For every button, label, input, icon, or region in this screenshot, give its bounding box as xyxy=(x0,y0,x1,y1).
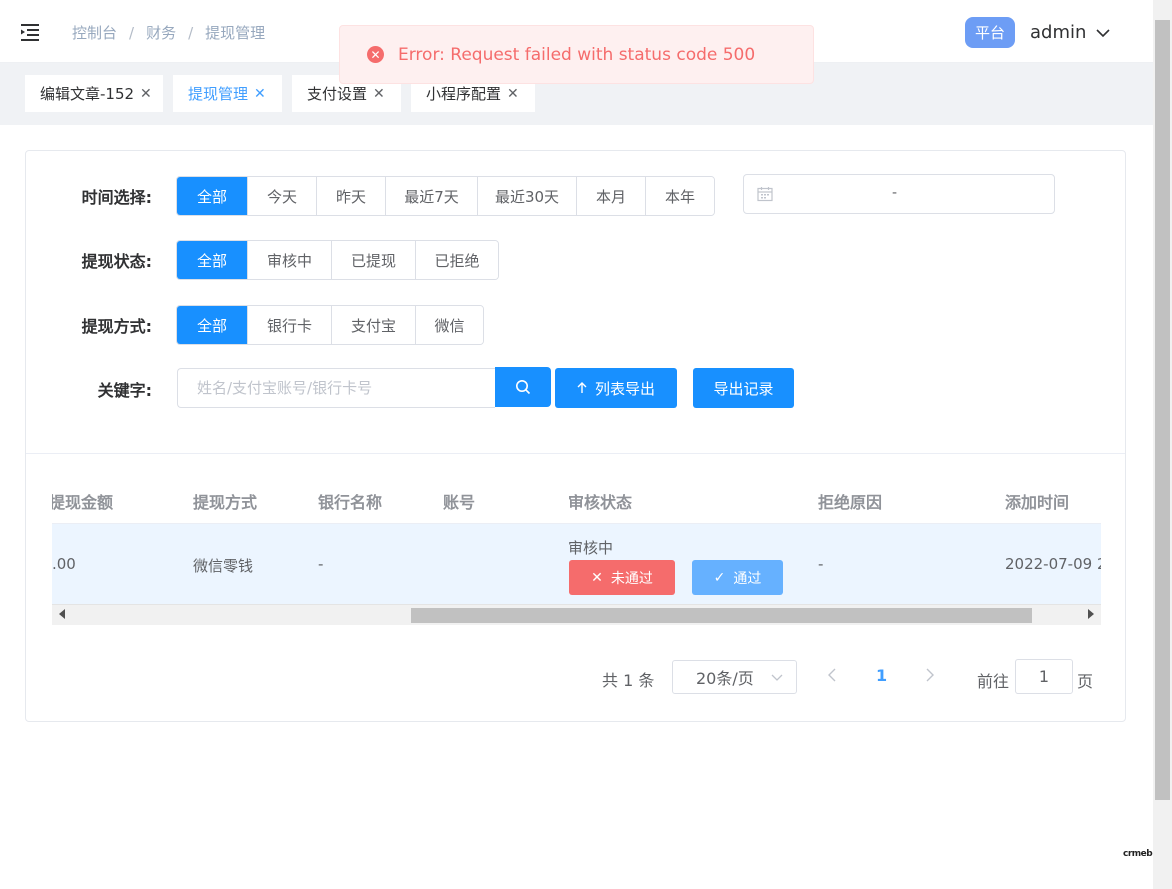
search-icon xyxy=(516,380,531,395)
column-header-amount: 提现金额 xyxy=(52,493,114,512)
status-option-all[interactable]: 全部 xyxy=(177,241,247,279)
status-filter-label: 提现状态: xyxy=(81,252,152,271)
method-option-bank-card[interactable]: 银行卡 xyxy=(247,306,331,344)
approve-button[interactable]: ✓ 通过 xyxy=(692,560,783,595)
reject-button[interactable]: ✕ 未通过 xyxy=(569,560,675,595)
method-option-alipay[interactable]: 支付宝 xyxy=(331,306,415,344)
breadcrumb-item-console[interactable]: 控制台 xyxy=(72,22,117,43)
column-header-bank: 银行名称 xyxy=(318,493,383,512)
brand-watermark: crmeb xyxy=(1123,849,1153,859)
breadcrumb-separator: / xyxy=(188,23,194,42)
time-option-7days[interactable]: 最近7天 xyxy=(385,177,477,215)
status-filter-group: 全部 审核中 已提现 已拒绝 xyxy=(176,240,499,280)
withdrawal-table: 提现金额 提现方式 银行名称 账号 审核状态 拒绝原因 添加时间 .00 微信零… xyxy=(52,473,1101,626)
list-export-label: 列表导出 xyxy=(594,379,655,398)
goto-suffix: 页 xyxy=(1077,672,1094,691)
keyword-search-input[interactable] xyxy=(177,368,495,408)
tab-label: 支付设置 xyxy=(307,85,368,103)
approve-label: 通过 xyxy=(733,570,762,587)
tab-label: 小程序配置 xyxy=(426,85,502,103)
time-option-today[interactable]: 今天 xyxy=(247,177,316,215)
time-option-year[interactable]: 本年 xyxy=(645,177,714,215)
time-option-month[interactable]: 本月 xyxy=(576,177,645,215)
cell-reason: - xyxy=(818,555,824,573)
time-filter-group: 全部 今天 昨天 最近7天 最近30天 本月 本年 xyxy=(176,176,715,216)
method-option-wechat[interactable]: 微信 xyxy=(415,306,483,344)
card-divider xyxy=(26,453,1125,454)
list-export-button[interactable]: 列表导出 xyxy=(555,368,677,408)
column-header-status: 审核状态 xyxy=(568,493,633,512)
pagination-total: 共 1 条 xyxy=(602,671,655,690)
platform-badge[interactable]: 平台 xyxy=(965,17,1015,48)
chevron-down-icon xyxy=(771,674,783,681)
goto-page-input[interactable] xyxy=(1015,659,1073,694)
method-option-all[interactable]: 全部 xyxy=(177,306,247,344)
app: 控制台 / 财务 / 提现管理 平台 admin 编辑文章-152 ✕ 提现管理… xyxy=(0,0,1172,889)
page-size-value: 20条/页 xyxy=(696,669,754,688)
breadcrumb-separator: / xyxy=(129,23,135,42)
calendar-icon xyxy=(757,187,773,202)
cell-bank: - xyxy=(318,555,324,573)
arrow-up-icon xyxy=(577,382,587,393)
export-records-button[interactable]: 导出记录 xyxy=(693,368,794,408)
scrollbar-thumb[interactable] xyxy=(411,608,1032,623)
status-option-withdrawn[interactable]: 已提现 xyxy=(331,241,415,279)
keyword-label: 关键字: xyxy=(97,381,152,400)
time-option-30days[interactable]: 最近30天 xyxy=(477,177,576,215)
cell-time: 2022-07-09 2 xyxy=(1005,555,1101,573)
column-header-account: 账号 xyxy=(443,493,476,512)
time-option-all[interactable]: 全部 xyxy=(177,177,247,215)
error-toast: ✕ Error: Request failed with status code… xyxy=(339,25,814,84)
column-header-method: 提现方式 xyxy=(193,493,258,512)
time-filter-label: 时间选择: xyxy=(81,188,152,207)
column-header-reason: 拒绝原因 xyxy=(818,493,883,512)
reject-label: 未通过 xyxy=(610,570,653,587)
error-icon: ✕ xyxy=(367,46,384,63)
date-range-picker[interactable]: - xyxy=(743,174,1055,214)
user-menu[interactable]: admin xyxy=(1030,22,1110,43)
breadcrumb: 控制台 / 财务 / 提现管理 xyxy=(72,22,265,43)
cell-method: 微信零钱 xyxy=(193,557,254,575)
tab-withdrawal[interactable]: 提现管理 ✕ xyxy=(173,75,282,112)
close-icon[interactable]: ✕ xyxy=(254,86,266,102)
date-range-separator: - xyxy=(892,185,898,201)
method-filter-label: 提现方式: xyxy=(81,317,152,336)
search-button[interactable] xyxy=(495,367,551,407)
close-icon: ✕ xyxy=(591,569,603,586)
time-option-yesterday[interactable]: 昨天 xyxy=(316,177,385,215)
status-option-reviewing[interactable]: 审核中 xyxy=(247,241,331,279)
table-row: .00 微信零钱 - 审核中 ✕ 未通过 ✓ 通过 - 2022-07-09 2 xyxy=(52,524,1101,604)
tab-edit-article[interactable]: 编辑文章-152 ✕ xyxy=(25,75,163,112)
next-page-icon[interactable] xyxy=(925,667,935,683)
close-icon[interactable]: ✕ xyxy=(140,86,152,102)
page-number-current[interactable]: 1 xyxy=(876,666,887,685)
breadcrumb-item-finance[interactable]: 财务 xyxy=(146,22,176,43)
page-vertical-scrollbar[interactable] xyxy=(1153,0,1172,889)
breadcrumb-item-withdrawal: 提现管理 xyxy=(205,24,266,42)
chevron-down-icon xyxy=(1096,28,1110,37)
prev-page-icon[interactable] xyxy=(827,667,837,683)
status-option-rejected[interactable]: 已拒绝 xyxy=(415,241,498,279)
table-horizontal-scrollbar[interactable] xyxy=(52,604,1101,625)
close-icon[interactable]: ✕ xyxy=(507,86,519,102)
close-icon[interactable]: ✕ xyxy=(373,86,385,102)
goto-label: 前往 xyxy=(977,672,1010,691)
column-header-time: 添加时间 xyxy=(1005,493,1070,512)
toast-message: Error: Request failed with status code 5… xyxy=(398,44,756,65)
scrollbar-thumb[interactable] xyxy=(1155,20,1170,800)
scroll-left-arrow-icon[interactable] xyxy=(59,609,65,619)
check-icon: ✓ xyxy=(713,569,726,586)
cell-amount: .00 xyxy=(52,555,76,573)
menu-toggle-icon[interactable] xyxy=(18,20,44,44)
cell-status: 审核中 xyxy=(568,539,614,557)
scroll-right-arrow-icon[interactable] xyxy=(1088,609,1094,619)
username: admin xyxy=(1030,22,1087,43)
page-size-select[interactable]: 20条/页 xyxy=(672,660,797,694)
tab-label: 编辑文章-152 xyxy=(40,85,135,103)
withdrawal-card: 时间选择: 全部 今天 昨天 最近7天 最近30天 本月 本年 - 提现状态: … xyxy=(25,150,1126,722)
method-filter-group: 全部 银行卡 支付宝 微信 xyxy=(176,305,484,345)
tab-label: 提现管理 xyxy=(188,85,249,103)
